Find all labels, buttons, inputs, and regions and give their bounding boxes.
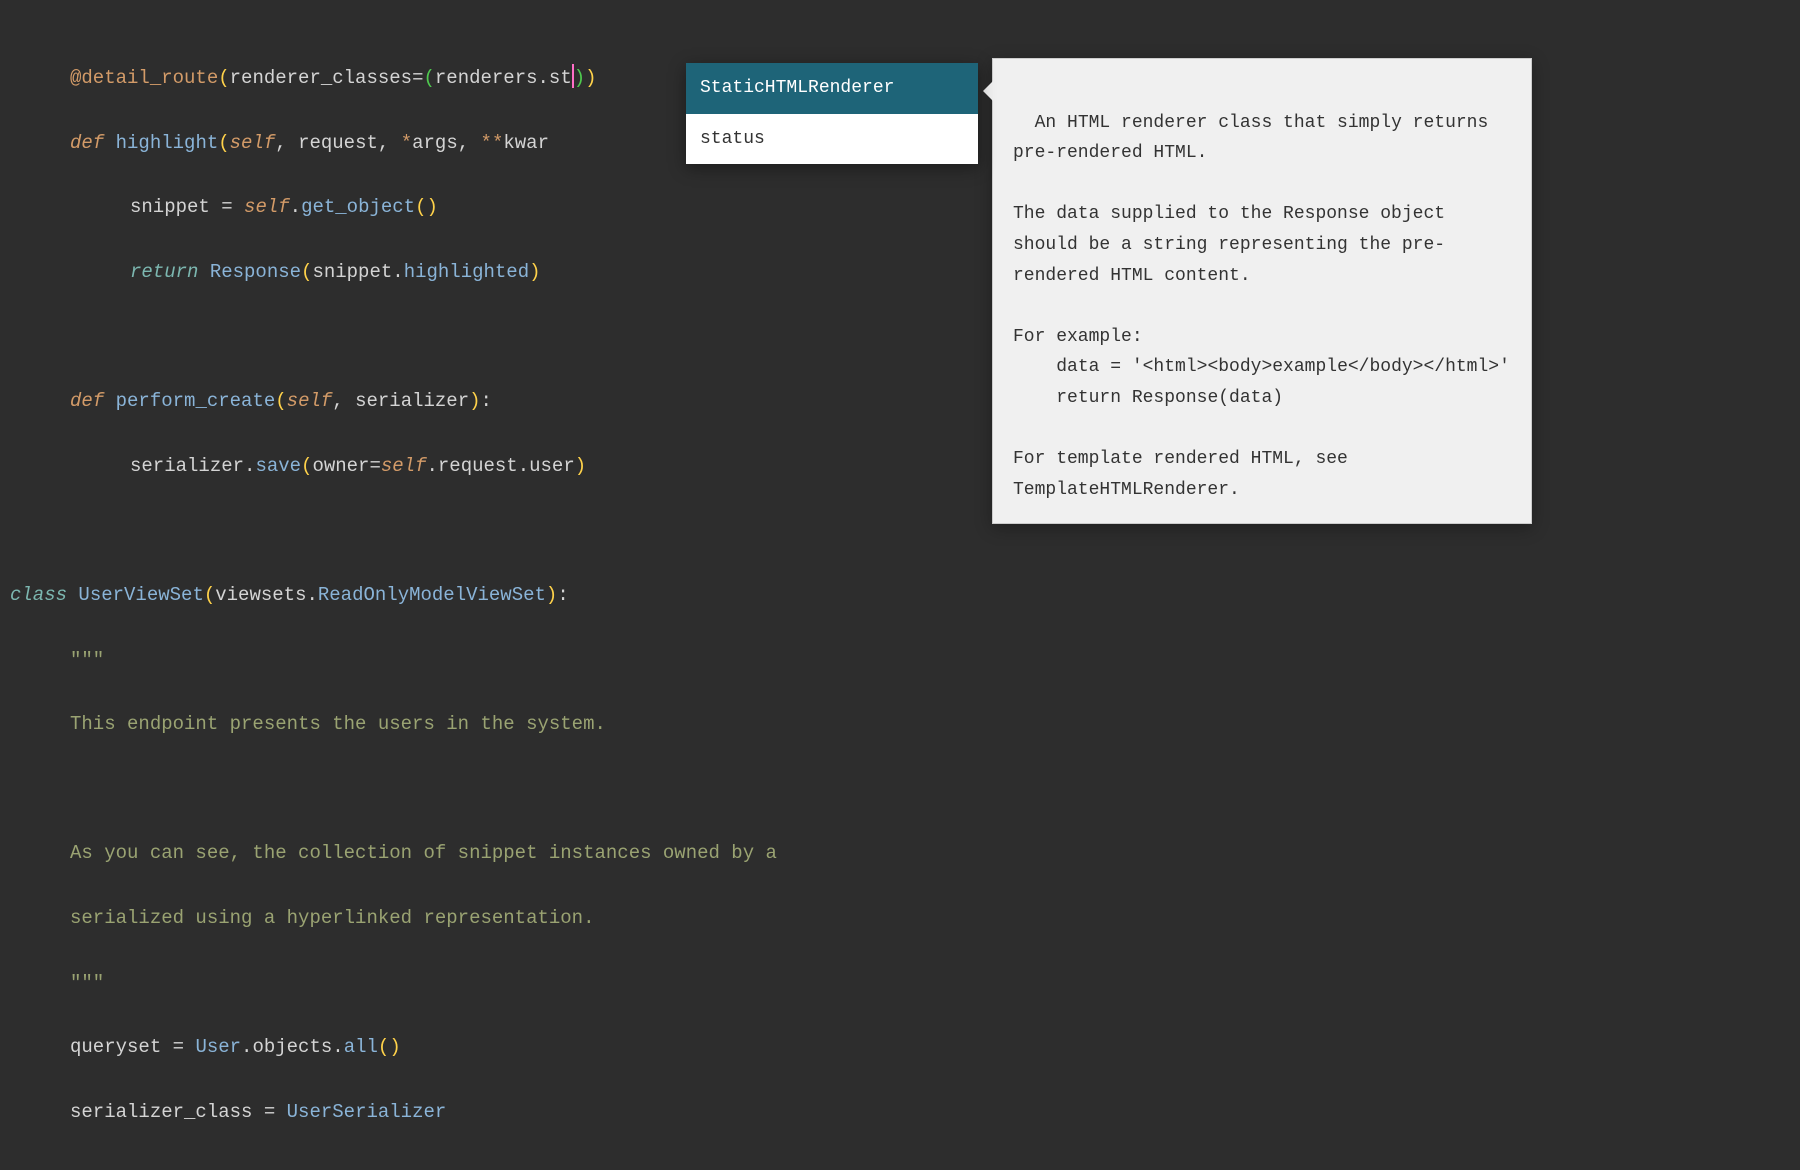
paren-open: ( — [204, 584, 215, 606]
class-ref: Response — [210, 261, 301, 283]
method-call: save — [255, 455, 301, 477]
code-line[interactable]: serializer_class = UserSerializer — [10, 1096, 1790, 1128]
self-ref: self — [244, 196, 290, 218]
comma: , — [378, 132, 401, 154]
paren-open: ( — [218, 67, 229, 89]
variable: serializer_class — [70, 1101, 252, 1123]
dot: . — [518, 455, 529, 477]
docstring-quote: """ — [70, 972, 104, 994]
autocomplete-item-selected[interactable]: StaticHTMLRenderer — [686, 63, 978, 114]
equals: = — [161, 1036, 195, 1058]
star: * — [401, 132, 412, 154]
def-keyword: def — [70, 390, 104, 412]
kwarg-name: renderer_classes — [230, 67, 412, 89]
kwarg-name: owner — [312, 455, 369, 477]
method-call: all — [344, 1036, 378, 1058]
star: ** — [481, 132, 504, 154]
paren-open: ( — [218, 132, 229, 154]
param: kwar — [503, 132, 549, 154]
param: args — [412, 132, 458, 154]
autocomplete-popup: StaticHTMLRenderer status — [686, 63, 978, 164]
equals: = — [210, 196, 244, 218]
object-ref: serializer — [130, 455, 244, 477]
module-name: renderers — [435, 67, 538, 89]
docstring-text: As you can see, the collection of snippe… — [70, 842, 777, 864]
dot: . — [426, 455, 437, 477]
code-line[interactable]: queryset = User.objects.all() — [10, 1031, 1790, 1063]
function-name: highlight — [116, 132, 219, 154]
paren-close: ) — [389, 1036, 400, 1058]
module-name: viewsets — [215, 584, 306, 606]
paren-open: ( — [275, 390, 286, 412]
dot: . — [241, 1036, 252, 1058]
variable: queryset — [70, 1036, 161, 1058]
return-keyword: return — [130, 261, 198, 283]
dot: . — [392, 261, 403, 283]
code-line[interactable]: serialized using a hyperlinked represent… — [10, 902, 1790, 934]
blank-line[interactable] — [10, 773, 1790, 805]
docstring-text: serialized using a hyperlinked represent… — [70, 907, 595, 929]
autocomplete-item[interactable]: status — [686, 114, 978, 165]
dot: . — [244, 455, 255, 477]
dot: . — [306, 584, 317, 606]
arg: snippet — [312, 261, 392, 283]
paren-open: ( — [423, 67, 434, 89]
attribute: highlighted — [404, 261, 529, 283]
variable: snippet — [130, 196, 210, 218]
code-line[interactable]: This endpoint presents the users in the … — [10, 708, 1790, 740]
paren-close: ) — [529, 261, 540, 283]
paren-close: ) — [575, 455, 586, 477]
paren-close: ) — [469, 390, 480, 412]
comma: , — [332, 390, 355, 412]
class-name: UserViewSet — [78, 584, 203, 606]
comma: , — [458, 132, 481, 154]
code-line[interactable]: """ — [10, 967, 1790, 999]
code-line[interactable]: As you can see, the collection of snippe… — [10, 837, 1790, 869]
self-param: self — [287, 390, 333, 412]
attribute: user — [529, 455, 575, 477]
class-keyword: class — [10, 584, 67, 606]
paren-close: ) — [585, 67, 596, 89]
decorator-name: detail_route — [81, 67, 218, 89]
dot: . — [538, 67, 549, 89]
colon: : — [557, 584, 568, 606]
base-class: ReadOnlyModelViewSet — [318, 584, 546, 606]
param: request — [298, 132, 378, 154]
param: serializer — [355, 390, 469, 412]
class-ref: User — [195, 1036, 241, 1058]
paren-close: ) — [574, 67, 585, 89]
code-line[interactable]: class UserViewSet(viewsets.ReadOnlyModel… — [10, 579, 1790, 611]
paren-close: ) — [546, 584, 557, 606]
equals: = — [252, 1101, 286, 1123]
class-ref: UserSerializer — [287, 1101, 447, 1123]
documentation-panel: An HTML renderer class that simply retur… — [992, 58, 1532, 524]
decorator-at: @ — [70, 67, 81, 89]
attribute: request — [438, 455, 518, 477]
documentation-text: An HTML renderer class that simply retur… — [1013, 113, 1510, 500]
colon: : — [481, 390, 492, 412]
self-ref: self — [381, 455, 427, 477]
equals: = — [369, 455, 380, 477]
code-line[interactable]: """ — [10, 644, 1790, 676]
docstring-quote: """ — [70, 649, 104, 671]
def-keyword: def — [70, 132, 104, 154]
comma: , — [275, 132, 298, 154]
function-name: perform_create — [116, 390, 276, 412]
paren-open: ( — [415, 196, 426, 218]
paren-close: ) — [427, 196, 438, 218]
self-param: self — [230, 132, 276, 154]
docstring-text: This endpoint presents the users in the … — [70, 713, 606, 735]
method-call: get_object — [301, 196, 415, 218]
typed-text: st — [549, 67, 572, 89]
dot: . — [290, 196, 301, 218]
attribute: objects — [252, 1036, 332, 1058]
paren-open: ( — [378, 1036, 389, 1058]
equals: = — [412, 67, 423, 89]
dot: . — [332, 1036, 343, 1058]
paren-open: ( — [301, 455, 312, 477]
paren-open: ( — [301, 261, 312, 283]
